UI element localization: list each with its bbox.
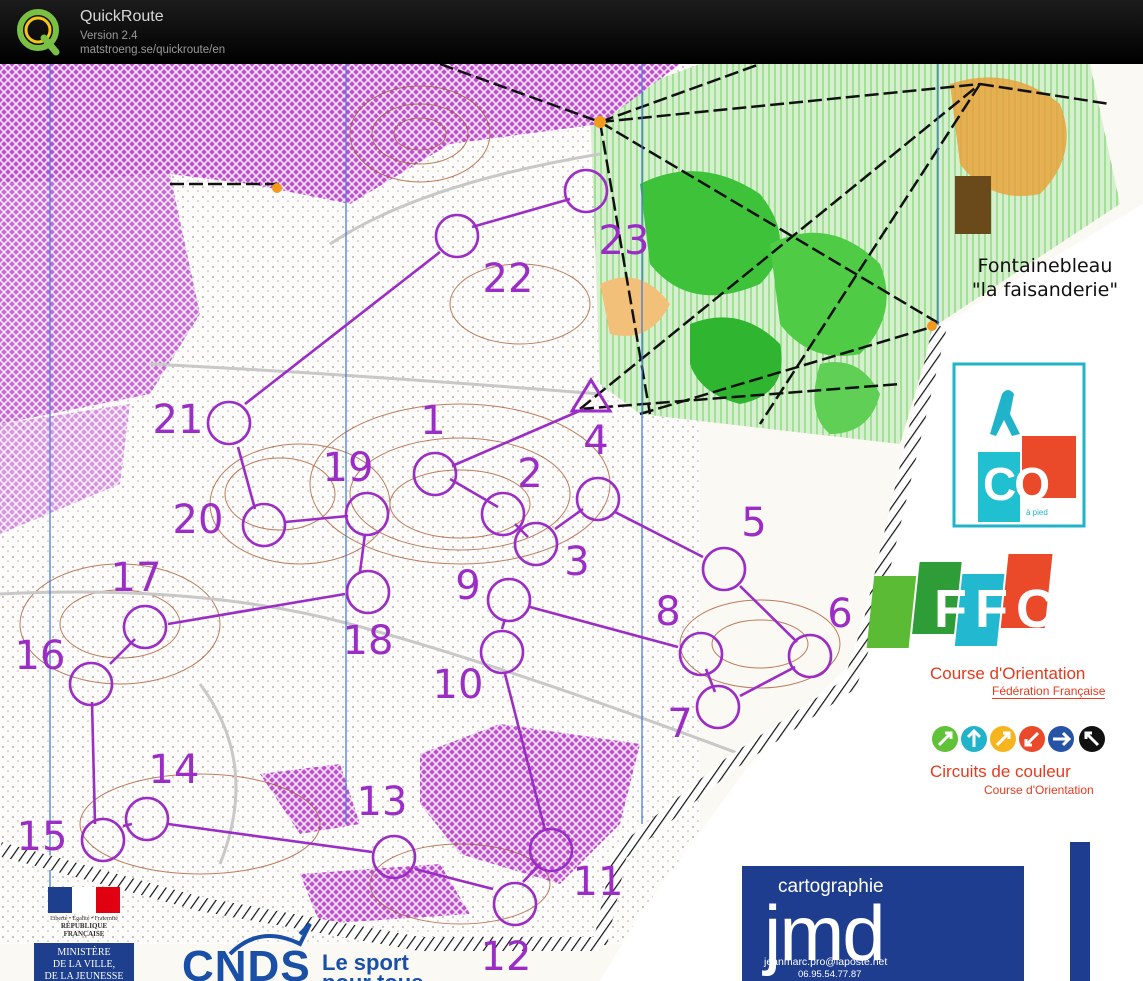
app-name: QuickRoute bbox=[80, 8, 164, 25]
rf-name: RÉPUBLIQUE FRANÇAISE bbox=[60, 922, 108, 938]
control-label-7: 7 bbox=[667, 701, 693, 747]
jmd-phone: 06.95.54.77.87 bbox=[798, 969, 862, 980]
control-label-23: 23 bbox=[598, 218, 650, 264]
place-name-line1: Fontainebleau bbox=[977, 255, 1113, 277]
control-label-2: 2 bbox=[517, 451, 543, 497]
app-url[interactable]: matstroeng.se/quickroute/en bbox=[80, 44, 225, 56]
cartographie-jmd-logo: cartographie jmd jeanmarc.pro@laposte.ne… bbox=[742, 866, 1024, 981]
circuits-caption-line2: Course d'Orientation bbox=[984, 783, 1094, 797]
cnds-logo-text: CNDS bbox=[182, 942, 311, 981]
control-label-14: 14 bbox=[148, 747, 200, 793]
control-label-9: 9 bbox=[455, 563, 481, 609]
control-label-5: 5 bbox=[741, 500, 767, 546]
control-label-6: 6 bbox=[827, 591, 853, 637]
ministry-line3: DE LA JEUNESSE bbox=[44, 971, 124, 981]
circuits-caption-line1: Circuits de couleur bbox=[930, 762, 1071, 781]
map-base-layer bbox=[0, 64, 1143, 981]
control-label-22: 22 bbox=[482, 256, 534, 302]
ministry-line2: DE LA VILLE, bbox=[52, 959, 116, 970]
control-label-8: 8 bbox=[655, 589, 681, 635]
orienteering-map[interactable]: 1 2 3 4 5 6 7 8 9 10 11 12 13 14 15 16 1… bbox=[0, 64, 1143, 981]
co-logo-subtext: à pied bbox=[1026, 508, 1048, 517]
place-name: Fontainebleau "la faisanderie" bbox=[955, 254, 1135, 302]
control-label-21: 21 bbox=[152, 397, 204, 443]
ffco-logo-text: FFCO bbox=[934, 579, 1113, 639]
place-name-line2: "la faisanderie" bbox=[971, 279, 1119, 301]
app-title-bar: QuickRoute Version 2.4 matstroeng.se/qui… bbox=[0, 0, 1143, 64]
cnds-slogan-line2: pour tous bbox=[322, 970, 423, 981]
control-label-10: 10 bbox=[432, 662, 484, 708]
republique-francaise-logo: Liberté • Égalité • Fraternité RÉPUBLIQU… bbox=[42, 886, 126, 938]
control-label-18: 18 bbox=[342, 618, 394, 664]
control-label-15: 15 bbox=[16, 814, 68, 860]
control-label-13: 13 bbox=[356, 779, 408, 825]
control-label-1: 1 bbox=[420, 398, 446, 444]
control-label-19: 19 bbox=[322, 445, 374, 491]
control-label-12: 12 bbox=[480, 934, 532, 980]
ministry-line1: MINISTÈRE bbox=[57, 947, 111, 958]
control-label-4: 4 bbox=[583, 418, 609, 464]
quickroute-logo-icon bbox=[17, 9, 60, 56]
ffco-caption-line2: Fédération Française bbox=[992, 684, 1106, 699]
jmd-email: jeanmarc.pro@laposte.net bbox=[764, 956, 888, 968]
control-label-3: 3 bbox=[564, 539, 590, 585]
ffco-caption-line1: Course d'Orientation bbox=[930, 664, 1086, 683]
control-label-20: 20 bbox=[172, 497, 224, 543]
control-label-11: 11 bbox=[572, 859, 624, 905]
control-label-16: 16 bbox=[14, 633, 66, 679]
co-logo-text: CO bbox=[983, 458, 1050, 510]
ministry-logo: MINISTÈRE DE LA VILLE, DE LA JEUNESSE bbox=[34, 943, 134, 981]
app-version: Version 2.4 bbox=[80, 30, 138, 42]
control-label-17: 17 bbox=[110, 555, 162, 601]
